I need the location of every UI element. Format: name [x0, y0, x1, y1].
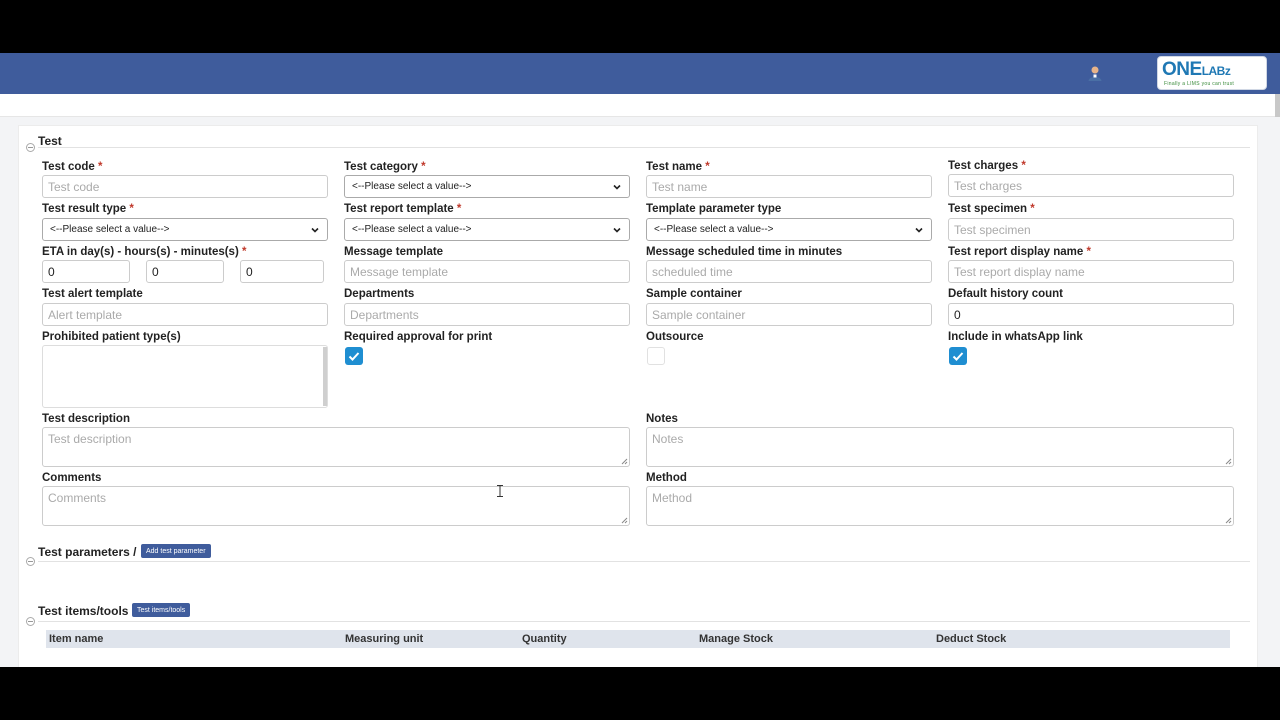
- section-title-test-items: Test items/tools: [38, 604, 129, 618]
- top-navbar: ONELABz Finally a LIMS you can trust: [0, 53, 1280, 94]
- outsource-checkbox[interactable]: [647, 347, 665, 365]
- user-avatar-icon[interactable]: [1087, 65, 1103, 81]
- sub-toolbar: [0, 94, 1280, 117]
- label-test-category: Test category *: [344, 161, 426, 173]
- label-message-scheduled-time: Message scheduled time in minutes: [646, 246, 843, 258]
- chevron-down-icon: [915, 227, 923, 233]
- column-item-name[interactable]: Item name: [49, 633, 103, 645]
- label-test-description: Test description: [42, 413, 130, 425]
- chevron-down-icon: [311, 227, 319, 233]
- test-code-input[interactable]: [42, 175, 328, 198]
- test-name-input[interactable]: [646, 175, 932, 198]
- collapse-test-items-icon[interactable]: [26, 617, 35, 626]
- logo-tagline: Finally a LIMS you can trust: [1164, 81, 1235, 87]
- label-notes: Notes: [646, 413, 678, 425]
- eta-hours-input[interactable]: [146, 260, 224, 283]
- company-logo[interactable]: ONELABz Finally a LIMS you can trust: [1157, 56, 1267, 90]
- label-template-parameter-type: Template parameter type: [646, 203, 782, 215]
- required-approval-checkbox[interactable]: [345, 347, 363, 365]
- method-textarea[interactable]: [646, 486, 1234, 526]
- test-charges-input[interactable]: [948, 174, 1234, 197]
- label-outsource: Outsource: [646, 331, 704, 343]
- label-comments: Comments: [42, 472, 102, 484]
- label-test-code: Test code *: [42, 161, 103, 173]
- message-scheduled-time-input[interactable]: [646, 260, 932, 283]
- resize-grip-icon[interactable]: [621, 458, 628, 465]
- letterbox-bottom: [0, 667, 1280, 720]
- prohibited-patient-types-listbox[interactable]: [42, 345, 328, 408]
- section-divider: [38, 561, 1250, 562]
- label-sample-container: Sample container: [646, 288, 742, 300]
- text-cursor-icon: [497, 485, 503, 497]
- test-items-tools-button[interactable]: Test items/tools: [132, 603, 191, 617]
- label-include-in-whatsapp-link: Include in whatsApp link: [948, 331, 1083, 343]
- comments-textarea[interactable]: [42, 486, 630, 526]
- label-test-charges: Test charges *: [948, 160, 1026, 172]
- label-test-report-display-name: Test report display name *: [948, 246, 1091, 258]
- letterbox-top: [0, 0, 1280, 53]
- section-divider: [38, 147, 1250, 148]
- add-test-parameter-button[interactable]: Add test parameter: [141, 544, 211, 558]
- test-items-table-header: Item name Measuring unit Quantity Manage…: [46, 630, 1230, 648]
- label-message-template: Message template: [344, 246, 444, 258]
- test-description-textarea[interactable]: [42, 427, 630, 467]
- column-deduct-stock[interactable]: Deduct Stock: [936, 633, 1006, 645]
- test-result-type-select[interactable]: <--Please select a value-->: [42, 218, 328, 241]
- collapse-test-parameters-icon[interactable]: [26, 557, 35, 566]
- template-parameter-type-select[interactable]: <--Please select a value-->: [646, 218, 932, 241]
- include-in-whatsapp-checkbox[interactable]: [949, 347, 967, 365]
- section-divider: [38, 621, 1250, 622]
- section-title-test: Test: [38, 134, 62, 148]
- checkmark-icon: [952, 352, 964, 361]
- notes-textarea[interactable]: [646, 427, 1234, 467]
- departments-input[interactable]: [344, 303, 630, 326]
- test-report-template-select[interactable]: <--Please select a value-->: [344, 218, 630, 241]
- chevron-down-icon: [613, 227, 621, 233]
- sample-container-input[interactable]: [646, 303, 932, 326]
- label-test-name: Test name *: [646, 161, 710, 173]
- test-report-display-name-input[interactable]: [948, 260, 1234, 283]
- label-test-report-template: Test report template *: [344, 203, 462, 215]
- test-specimen-input[interactable]: [948, 218, 1234, 241]
- eta-days-input[interactable]: [42, 260, 130, 283]
- resize-grip-icon[interactable]: [621, 517, 628, 524]
- label-departments: Departments: [344, 288, 415, 300]
- checkmark-icon: [348, 352, 360, 361]
- label-method: Method: [646, 472, 687, 484]
- collapse-test-section-icon[interactable]: [26, 143, 35, 152]
- label-prohibited-patient-types: Prohibited patient type(s): [42, 331, 181, 343]
- test-alert-template-input[interactable]: [42, 303, 328, 326]
- label-test-specimen: Test specimen *: [948, 203, 1035, 215]
- test-category-select[interactable]: <--Please select a value-->: [344, 175, 630, 198]
- default-history-count-input[interactable]: [948, 303, 1234, 326]
- section-title-test-parameters: Test parameters /: [38, 545, 137, 559]
- column-manage-stock[interactable]: Manage Stock: [699, 633, 773, 645]
- resize-grip-icon[interactable]: [1225, 458, 1232, 465]
- listbox-scrollbar[interactable]: [323, 347, 327, 406]
- label-default-history-count: Default history count: [948, 288, 1064, 300]
- label-test-alert-template: Test alert template: [42, 288, 143, 300]
- message-template-input[interactable]: [344, 260, 630, 283]
- column-measuring-unit[interactable]: Measuring unit: [345, 633, 423, 645]
- label-eta: ETA in day(s) - hours(s) - minutes(s) *: [42, 246, 247, 258]
- chevron-down-icon: [613, 184, 621, 190]
- column-quantity[interactable]: Quantity: [522, 633, 567, 645]
- app-window: ONELABz Finally a LIMS you can trust Tes…: [0, 53, 1280, 667]
- label-test-result-type: Test result type *: [42, 203, 134, 215]
- resize-grip-icon[interactable]: [1225, 517, 1232, 524]
- eta-minutes-input[interactable]: [240, 260, 324, 283]
- label-required-approval-for-print: Required approval for print: [344, 331, 493, 343]
